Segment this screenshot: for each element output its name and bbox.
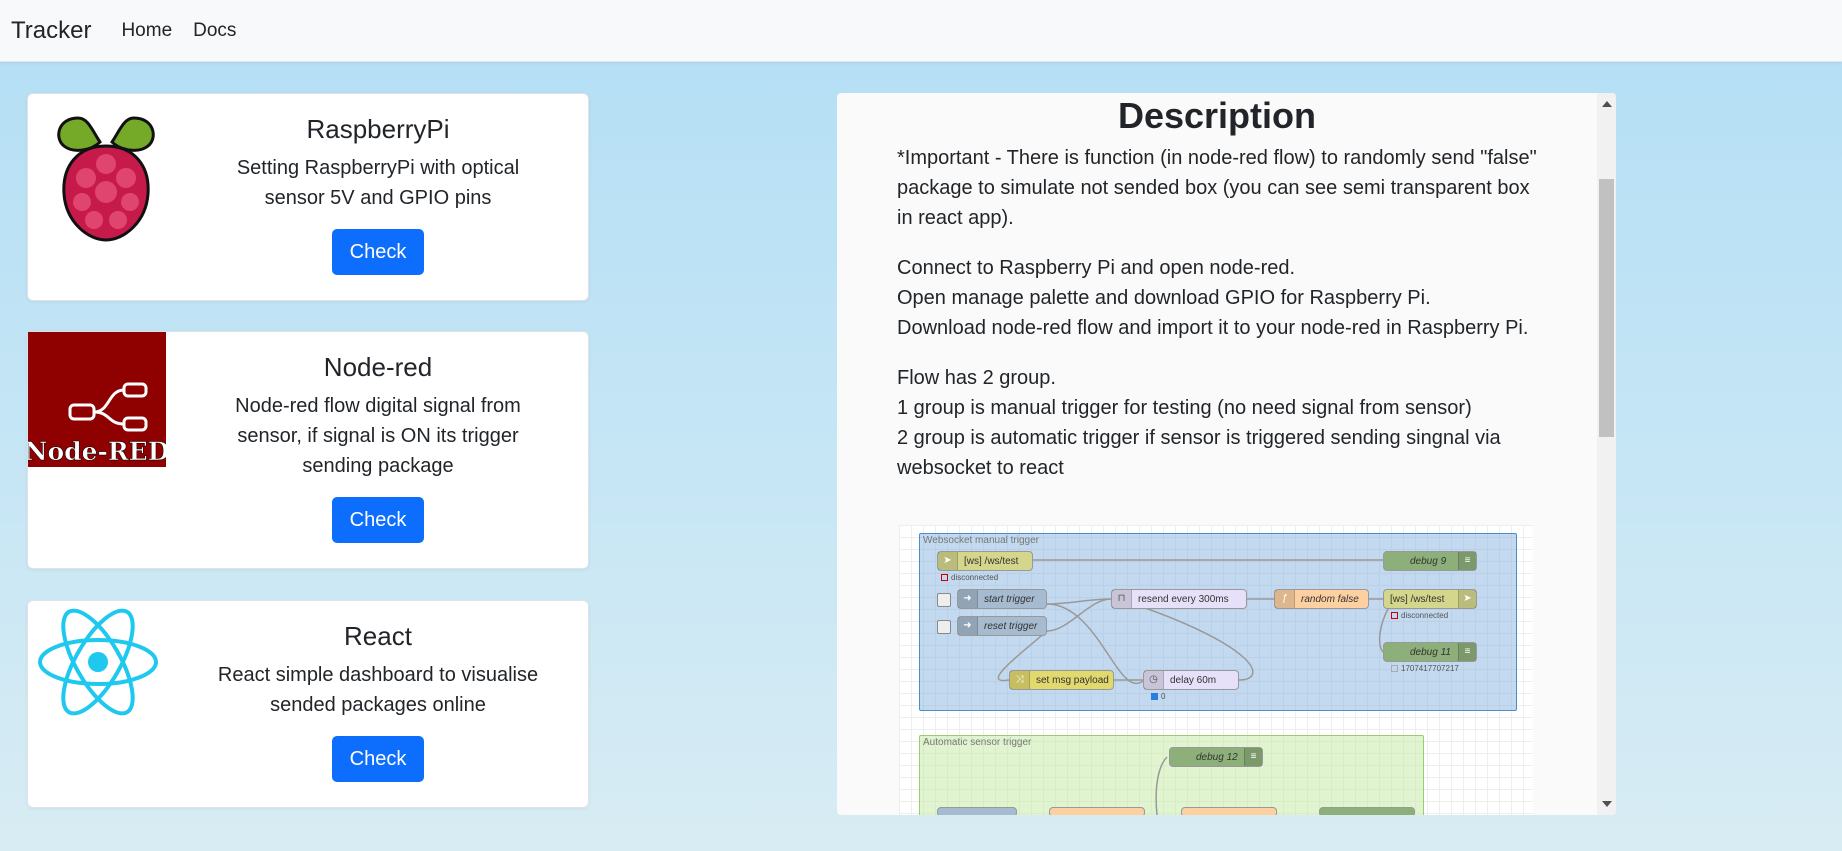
flow-node-label: resend every 300ms [1138,593,1229,605]
card-body: RaspberryPi Setting RaspberryPi with opt… [168,94,588,300]
card-title: Node-red [323,352,433,382]
description-paragraph: *Important - There is function (in node-… [897,147,1537,229]
description-content: Description *Important - There is functi… [837,93,1597,815]
description-paragraph: Flow has 2 group. 1 group is manual trig… [897,367,1501,479]
flow-node-label: debug 12 [1196,751,1238,763]
flow-node: ➜ start trigger [957,589,1047,609]
check-button-node-red[interactable]: Check [331,497,425,543]
flow-node-partial [1319,807,1415,815]
card-text: React simple dashboard to visualise send… [217,664,539,716]
flow-node-label: random false [1301,593,1359,605]
flow-node-partial [1181,807,1277,815]
flow-node-status: disconnected [941,573,998,582]
react-icon [36,607,160,722]
brand-link[interactable]: Tracker [11,17,91,45]
flow-node: [ws] /ws/test ➤ [1383,589,1477,609]
flow-node-status: 0 [1151,692,1165,701]
check-button-react[interactable]: Check [331,736,425,782]
flow-node: ➤ [ws] /ws/test [937,551,1033,571]
flow-node: debug 12 ≡ [1169,747,1263,767]
flow-node-label: debug 11 [1410,646,1451,658]
inject-button-icon [937,620,951,634]
card-node-red: Node-RED Node-red Node-red flow digital … [24,331,589,569]
scroll-up-icon[interactable] [1602,101,1612,107]
flow-node-label: set msg payload [1036,674,1109,686]
card-body: Node-red Node-red flow digital signal fr… [168,332,588,568]
nav-link-docs[interactable]: Docs [193,20,236,42]
flow-node-label: reset trigger [984,620,1038,632]
flow-node-status: 1707417707217 [1391,664,1459,673]
card-title: RaspberryPi [306,114,450,144]
scroll-down-icon[interactable] [1602,801,1612,807]
flow-node: debug 9 ≡ [1383,551,1477,571]
raspberry-pi-icon [48,104,164,249]
scrollbar-thumb[interactable] [1599,179,1614,437]
flow-node: ƒ random false [1274,589,1369,609]
node-red-icon: Node-RED [24,332,170,472]
flow-node-label: [ws] /ws/test [1390,593,1445,605]
flow-node: ◷ delay 60m [1143,670,1239,690]
card-text: Node-red flow digital signal from sensor… [235,395,521,477]
node-red-flow-image: Websocket manual trigger Automatic senso… [899,525,1533,815]
nav-link-home[interactable]: Home [121,20,172,42]
card-title: React [344,621,412,651]
card-body: React React simple dashboard to visualis… [168,601,588,807]
flow-node: debug 11 ≡ [1383,642,1477,662]
flow-node-status: disconnected [1391,611,1448,620]
flow-node-partial [1049,807,1145,815]
navbar: Tracker Home Docs [0,0,1842,62]
flow-node: ⊓ resend every 300ms [1111,589,1247,609]
card-react: React React simple dashboard to visualis… [27,600,589,808]
flow-node-label: start trigger [984,593,1035,605]
description-title: Description [1117,95,1317,136]
flow-node-label: debug 9 [1410,555,1447,567]
flow-node-partial [937,807,1017,815]
vertical-scrollbar[interactable] [1597,93,1616,815]
description-paragraph: Connect to Raspberry Pi and open node-re… [897,257,1529,339]
node-red-logo-text: Node-RED [28,437,166,466]
inject-button-icon [937,593,951,607]
card-text: Setting RaspberryPi with optical sensor … [236,157,520,209]
flow-node-label: [ws] /ws/test [964,555,1019,567]
flow-node: ⤨ set msg payload [1009,670,1114,690]
card-raspberrypi: RaspberryPi Setting RaspberryPi with opt… [27,93,589,301]
flow-node: ➜ reset trigger [957,616,1047,636]
flow-node-label: delay 60m [1170,674,1217,686]
description-panel[interactable]: Description *Important - There is functi… [837,93,1616,815]
check-button-raspberrypi[interactable]: Check [331,229,425,275]
